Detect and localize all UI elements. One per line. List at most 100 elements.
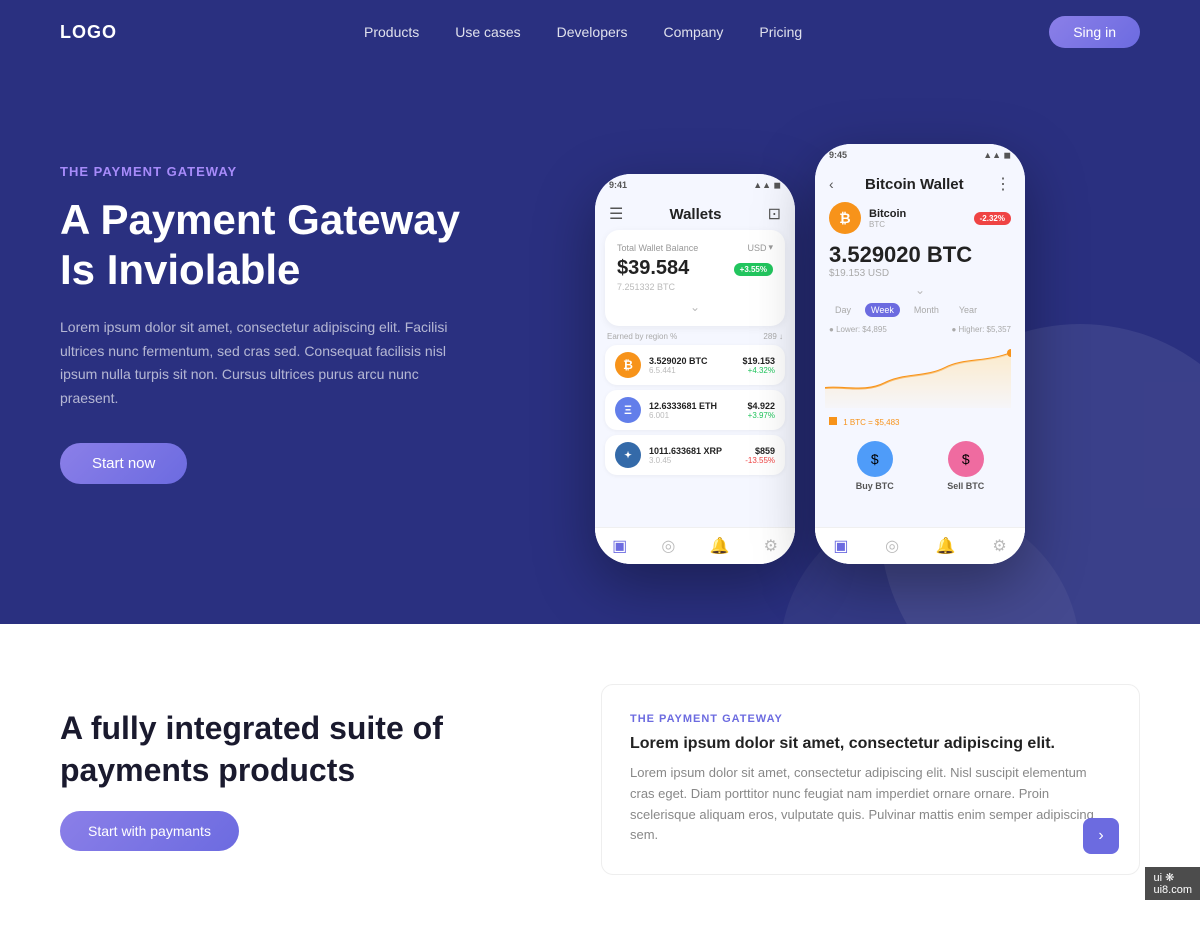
hamburger-icon[interactable]: ☰ xyxy=(609,204,623,224)
nav-settings-icon-r[interactable]: ⚙ xyxy=(992,536,1006,556)
phone-icons-left: ▲▲ ◼ xyxy=(753,180,781,191)
next-arrow-button[interactable]: › xyxy=(1083,818,1119,854)
phones-container: 9:41 ▲▲ ◼ ☰ Wallets ⊡ Total Wallet Balan… xyxy=(480,124,1140,564)
start-payments-button[interactable]: Start with paymants xyxy=(60,811,239,851)
chart-tab-year[interactable]: Year xyxy=(953,303,983,317)
hero-desc: Lorem ipsum dolor sit amet, consectetur … xyxy=(60,316,480,411)
buy-icon: $ xyxy=(857,441,893,477)
hero-section: THE PAYMENT GATEWAY A Payment GatewayIs … xyxy=(0,64,1200,624)
lower-stat: ● Lower: $4,895 xyxy=(829,325,887,334)
bitcoin-wallet-title: Bitcoin Wallet xyxy=(865,176,964,193)
hero-text: THE PAYMENT GATEWAY A Payment GatewayIs … xyxy=(60,124,480,484)
scan-icon[interactable]: ⊡ xyxy=(768,204,781,224)
nav-pricing[interactable]: Pricing xyxy=(759,24,802,40)
hero-label: THE PAYMENT GATEWAY xyxy=(60,164,480,179)
earn-row: Earned by region % 289 ↓ xyxy=(595,326,795,345)
buy-btc-button[interactable]: $ Buy BTC xyxy=(856,441,894,491)
chart-tab-day[interactable]: Day xyxy=(829,303,857,317)
wallets-header: ☰ Wallets ⊡ xyxy=(595,196,795,230)
btc-value: $19.153 +4.32% xyxy=(742,356,775,375)
price-chart xyxy=(825,338,1011,408)
signin-button[interactable]: Sing in xyxy=(1049,16,1140,48)
balance-card: Total Wallet Balance USD ▾ $39.584 +3.55… xyxy=(605,230,785,326)
sell-label: Sell BTC xyxy=(947,481,984,491)
eth-icon: Ξ xyxy=(615,397,641,423)
back-button[interactable]: ‹ xyxy=(829,176,834,192)
nav-products[interactable]: Products xyxy=(364,24,419,40)
btc-coin-name-block: Bitcoin BTC xyxy=(869,208,906,229)
btc-coin-left: ₿ Bitcoin BTC xyxy=(829,202,906,234)
xrp-amount: 1011.633681 XRP xyxy=(649,446,745,456)
btc-coin-name: Bitcoin xyxy=(869,208,906,220)
nav-wallet-icon[interactable]: ▣ xyxy=(612,536,627,556)
balance-btc: 7.251332 BTC xyxy=(617,282,773,292)
phone-icons-right: ▲▲ ◼ xyxy=(983,150,1011,161)
hero-title: A Payment GatewayIs Inviolable xyxy=(60,195,480,296)
eth-value: $4.922 +3.97% xyxy=(747,401,775,420)
wallets-screen: ☰ Wallets ⊡ Total Wallet Balance USD ▾ $… xyxy=(595,196,795,564)
wallets-title: Wallets xyxy=(669,206,721,223)
coin-item-xrp[interactable]: ✦ 1011.633681 XRP 3.0.45 $859 -13.55% xyxy=(605,435,785,475)
phone-time-right: 9:45 xyxy=(829,150,847,160)
chart-note: 1 BTC = $5,483 xyxy=(815,413,1025,433)
buy-label: Buy BTC xyxy=(856,481,894,491)
nav-bell-icon[interactable]: 🔔 xyxy=(709,536,729,556)
section2: A fully integrated suite of payments pro… xyxy=(0,624,1200,935)
nav-bell-icon-r[interactable]: 🔔 xyxy=(936,536,956,556)
nav-settings-icon[interactable]: ⚙ xyxy=(764,536,778,556)
btc-units: 6.5.441 xyxy=(649,366,742,375)
coin-item-eth[interactable]: Ξ 12.6333681 ETH 6.001 $4.922 +3.97% xyxy=(605,390,785,430)
nav-use-cases[interactable]: Use cases xyxy=(455,24,520,40)
nav-developers[interactable]: Developers xyxy=(557,24,628,40)
btc-amount: 3.529020 BTC xyxy=(649,356,742,366)
sell-btc-button[interactable]: $ Sell BTC xyxy=(947,441,984,491)
watermark-logo: ui ❋ xyxy=(1153,872,1174,884)
btc-info: 3.529020 BTC 6.5.441 xyxy=(649,356,742,375)
chart-tab-week[interactable]: Week xyxy=(865,303,900,317)
section2-desc-title: Lorem ipsum dolor sit amet, consectetur … xyxy=(630,735,1111,753)
nav-exchange-icon-r[interactable]: ◎ xyxy=(885,536,899,556)
eth-units: 6.001 xyxy=(649,411,747,420)
btc-icon: ₿ xyxy=(615,352,641,378)
bitcoin-screen: ‹ Bitcoin Wallet ⋮ ₿ Bitcoin BTC -2.32% xyxy=(815,166,1025,564)
logo: LOGO xyxy=(60,22,117,43)
chevron-down-icon[interactable]: ⌄ xyxy=(617,296,773,314)
chart-tab-month[interactable]: Month xyxy=(908,303,945,317)
nav-exchange-icon[interactable]: ◎ xyxy=(661,536,675,556)
phone-wallets: 9:41 ▲▲ ◼ ☰ Wallets ⊡ Total Wallet Balan… xyxy=(595,174,795,564)
xrp-units: 3.0.45 xyxy=(649,456,745,465)
bottom-nav-right: ▣ ◎ 🔔 ⚙ xyxy=(815,527,1025,564)
balance-amount: $39.584 xyxy=(617,257,689,280)
btc-amount-display: 3.529020 BTC xyxy=(829,242,1011,268)
chart-area xyxy=(815,338,1025,413)
eth-info: 12.6333681 ETH 6.001 xyxy=(649,401,747,420)
currency-select[interactable]: USD ▾ xyxy=(747,242,773,253)
phone-notch-right: 9:45 ▲▲ ◼ xyxy=(815,144,1025,166)
eth-amount: 12.6333681 ETH xyxy=(649,401,747,411)
earn-value: 289 ↓ xyxy=(763,332,783,341)
section2-title: A fully integrated suite of payments pro… xyxy=(60,708,541,791)
balance-badge: +3.55% xyxy=(734,263,773,276)
nav-company[interactable]: Company xyxy=(663,24,723,40)
btc-change-badge: -2.32% xyxy=(974,212,1011,225)
balance-label: Total Wallet Balance xyxy=(617,243,698,253)
section2-right: THE PAYMENT GATEWAY Lorem ipsum dolor si… xyxy=(601,684,1140,875)
chart-tabs: Day Week Month Year xyxy=(815,299,1025,323)
section2-desc: Lorem ipsum dolor sit amet, consectetur … xyxy=(630,763,1111,846)
phone-time-left: 9:41 xyxy=(609,180,627,190)
coin-item-btc[interactable]: ₿ 3.529020 BTC 6.5.441 $19.153 +4.32% xyxy=(605,345,785,385)
xrp-info: 1011.633681 XRP 3.0.45 xyxy=(649,446,745,465)
watermark-site: ui8.com xyxy=(1153,884,1192,896)
more-icon[interactable]: ⋮ xyxy=(995,174,1011,194)
nav-wallet-icon-r[interactable]: ▣ xyxy=(833,536,848,556)
sell-icon: $ xyxy=(948,441,984,477)
btc-coin-abbr: BTC xyxy=(869,220,906,229)
balance-label-row: Total Wallet Balance USD ▾ xyxy=(617,242,773,253)
action-buttons: $ Buy BTC $ Sell BTC xyxy=(815,433,1025,499)
main-nav: Products Use cases Developers Company Pr… xyxy=(364,24,802,40)
chart-stats: ● Lower: $4,895 ● Higher: $5,357 xyxy=(815,323,1025,338)
btc-screen-header: ‹ Bitcoin Wallet ⋮ xyxy=(815,166,1025,198)
start-button[interactable]: Start now xyxy=(60,443,187,484)
xrp-icon: ✦ xyxy=(615,442,641,468)
bottom-nav-left: ▣ ◎ 🔔 ⚙ xyxy=(595,527,795,564)
